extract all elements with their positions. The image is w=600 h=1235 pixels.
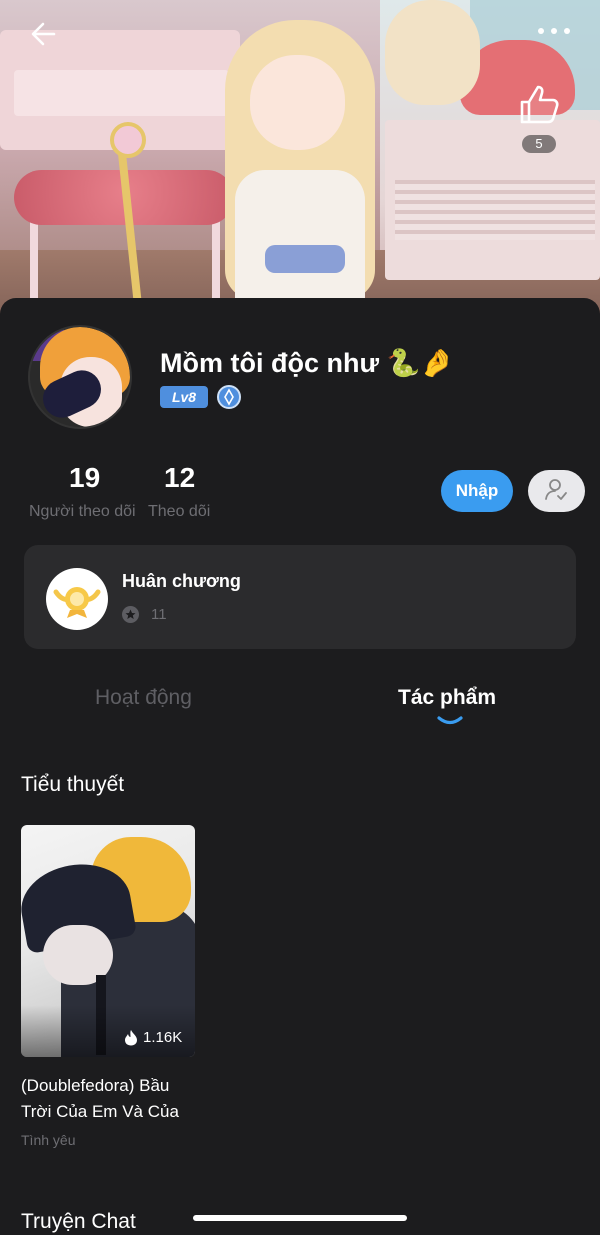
book-cover[interactable] — [21, 825, 195, 1057]
user-check-icon — [545, 479, 567, 500]
star-icon — [122, 606, 139, 623]
profile-cover-image — [0, 0, 600, 330]
username: Mồm tôi độc như 🐍🤌 — [160, 348, 454, 378]
shield-badge-icon — [217, 385, 241, 409]
home-indicator — [193, 1215, 407, 1221]
like-count: 5 — [522, 135, 556, 153]
followers-label: Người theo dõi — [29, 503, 136, 520]
following-label: Theo dõi — [148, 503, 211, 520]
novels-section-title: Tiểu thuyết — [21, 773, 125, 796]
medals-title: Huân chương — [122, 571, 241, 591]
follow-status-button[interactable] — [528, 470, 585, 512]
followers-count[interactable]: 19 — [69, 462, 100, 494]
nhap-button[interactable]: Nhập — [441, 470, 513, 512]
medal-icon — [46, 568, 108, 630]
level-badge: Lv8 — [160, 386, 208, 408]
avatar[interactable] — [28, 325, 132, 429]
book-genre-tag: Tình yêu — [21, 1132, 76, 1148]
tab-activity[interactable]: Hoạt động — [95, 686, 192, 710]
book-title[interactable]: (Doublefedora) Bầu Trời Của Em Và Của — [21, 1073, 201, 1125]
chat-section-title: Truyện Chat — [21, 1210, 136, 1233]
more-button[interactable] — [537, 22, 571, 40]
like-button[interactable] — [516, 82, 562, 128]
fire-icon — [125, 1030, 137, 1046]
tab-works[interactable]: Tác phẩm — [398, 686, 496, 710]
more-dots-icon — [538, 28, 570, 34]
back-button[interactable] — [28, 18, 60, 50]
medals-count: 11 — [151, 606, 167, 623]
book-views: 1.16K — [143, 1029, 183, 1046]
active-tab-indicator — [437, 716, 463, 725]
following-count[interactable]: 12 — [164, 462, 195, 494]
thumbs-up-icon — [520, 85, 559, 124]
arrow-left-icon — [31, 22, 56, 46]
